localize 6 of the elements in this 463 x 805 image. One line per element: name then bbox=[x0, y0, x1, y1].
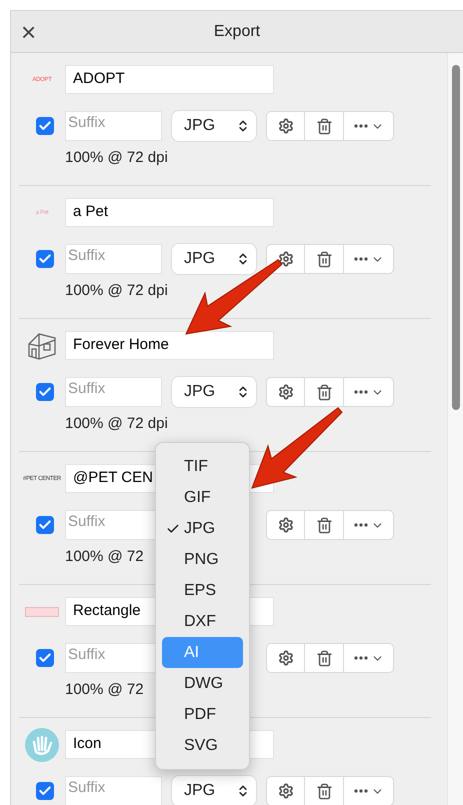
scale-text: 100% @ 72 dpi bbox=[65, 283, 168, 299]
scale-text: 100% @ 72 dpi bbox=[65, 416, 168, 432]
scale-text: 100% @ 72 bbox=[65, 549, 144, 565]
scale-text: 100% @ 72 bbox=[65, 682, 144, 698]
window-title: Export bbox=[214, 22, 260, 42]
scale-text: 100% @ 72 dpi bbox=[65, 150, 168, 166]
